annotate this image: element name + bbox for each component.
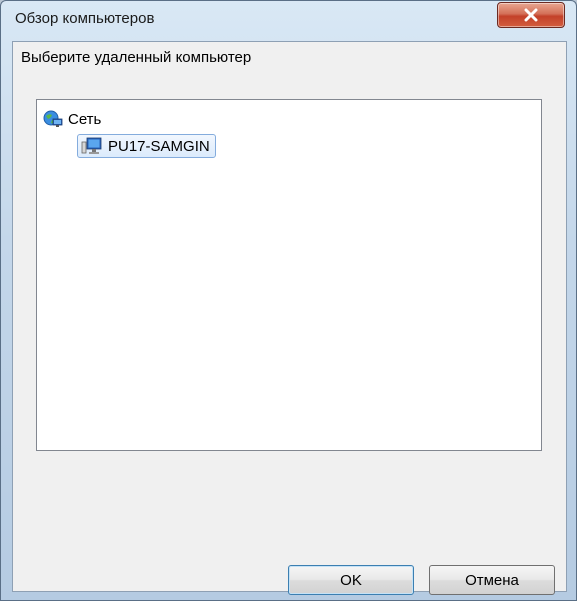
computer-tree[interactable]: Сеть PU17-SAMGIN xyxy=(36,99,542,451)
tree-item-network[interactable]: Сеть xyxy=(43,108,101,130)
tree-item-computer-label: PU17-SAMGIN xyxy=(108,137,210,155)
computer-icon xyxy=(81,137,102,154)
tree-item-computer[interactable]: PU17-SAMGIN xyxy=(77,134,216,158)
ok-button[interactable]: OK xyxy=(288,565,414,595)
tree-item-network-label: Сеть xyxy=(68,110,102,128)
cancel-button-label: Отмена xyxy=(465,571,519,589)
title-bar[interactable]: Обзор компьютеров xyxy=(1,1,576,33)
cancel-button[interactable]: Отмена xyxy=(429,565,555,595)
ok-button-label: OK xyxy=(340,571,362,589)
browse-computers-dialog: Обзор компьютеров Выберите удаленный ком… xyxy=(0,0,577,601)
window-title: Обзор компьютеров xyxy=(15,10,155,27)
prompt-label: Выберите удаленный компьютер xyxy=(21,49,252,66)
close-icon xyxy=(524,8,538,22)
close-button[interactable] xyxy=(497,2,565,28)
network-globe-icon xyxy=(43,110,63,127)
